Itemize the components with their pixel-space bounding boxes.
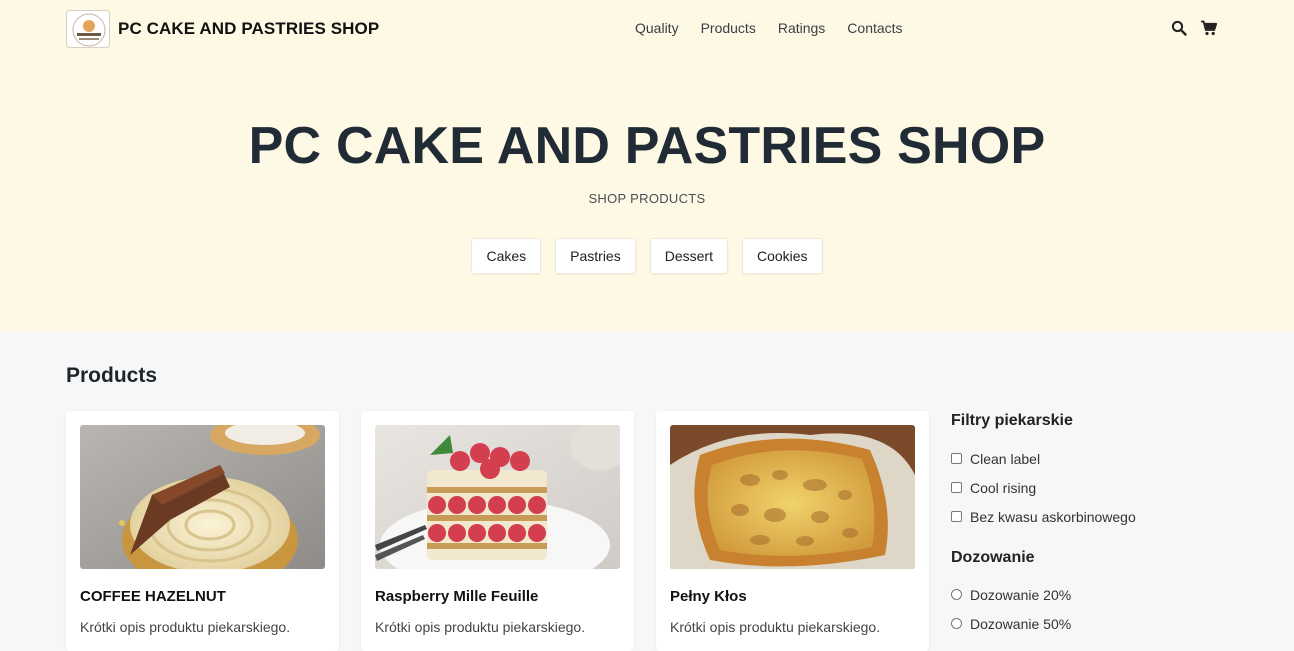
dosing-heading: Dozowanie (951, 549, 1035, 566)
filters-heading: Filtry piekarskie (951, 412, 1073, 429)
brand-name[interactable]: PC CAKE AND PASTRIES SHOP (118, 19, 379, 39)
top-navbar: PC CAKE AND PASTRIES SHOP Quality Produc… (0, 0, 1294, 58)
radio-button[interactable] (951, 618, 962, 629)
product-name[interactable]: COFFEE HAZELNUT (80, 588, 226, 605)
checkbox[interactable] (951, 482, 962, 493)
product-description: Krótki opis produktu piekarskiego. (375, 619, 586, 635)
filter-clean-label[interactable]: Clean label (951, 444, 1251, 473)
product-name[interactable]: Raspberry Mille Feuille (375, 588, 538, 605)
nav-products[interactable]: Products (690, 20, 767, 36)
shop-logo[interactable] (66, 10, 110, 48)
category-dessert-button[interactable]: Dessert (649, 238, 728, 274)
filter-cool-rising[interactable]: Cool rising (951, 473, 1251, 502)
category-cakes-button[interactable]: Cakes (471, 238, 542, 274)
header-actions (1170, 18, 1218, 38)
dosing-50-option[interactable]: Dozowanie 50% (951, 609, 1251, 638)
cart-icon[interactable] (1200, 18, 1218, 38)
nav-quality[interactable]: Quality (624, 20, 690, 36)
products-heading: Products (66, 364, 158, 387)
checkbox[interactable] (951, 453, 962, 464)
filter-no-ascorbic-acid[interactable]: Bez kwasu askorbinowego (951, 502, 1251, 531)
product-card[interactable]: COFFEE HAZELNUT Krótki opis produktu pie… (66, 411, 339, 651)
category-buttons: Cakes Pastries Dessert Cookies (0, 238, 1294, 274)
product-image[interactable] (375, 425, 620, 569)
nav-ratings[interactable]: Ratings (767, 20, 836, 36)
hero-section: PC CAKE AND PASTRIES SHOP SHOP PRODUCTS … (0, 58, 1294, 332)
nav-contacts[interactable]: Contacts (836, 20, 913, 36)
product-card[interactable]: Raspberry Mille Feuille Krótki opis prod… (361, 411, 634, 651)
hero-subtitle: SHOP PRODUCTS (588, 191, 706, 206)
hero-title: PC CAKE AND PASTRIES SHOP (248, 117, 1046, 175)
search-icon[interactable] (1170, 18, 1188, 38)
checkbox[interactable] (951, 511, 962, 522)
radio-button[interactable] (951, 589, 962, 600)
product-description: Krótki opis produktu piekarskiego. (670, 619, 881, 635)
product-name[interactable]: Pełny Kłos (670, 588, 747, 605)
main-nav: Quality Products Ratings Contacts (624, 20, 914, 36)
product-image[interactable] (80, 425, 325, 569)
category-pastries-button[interactable]: Pastries (555, 238, 636, 274)
product-image[interactable] (670, 425, 915, 569)
dosing-20-option[interactable]: Dozowanie 20% (951, 580, 1251, 609)
filters-panel: Filtry piekarskie Clean label Cool risin… (951, 412, 1251, 638)
category-cookies-button[interactable]: Cookies (741, 238, 823, 274)
product-description: Krótki opis produktu piekarskiego. (80, 619, 291, 635)
product-card[interactable]: Pełny Kłos Krótki opis produktu piekarsk… (656, 411, 929, 651)
